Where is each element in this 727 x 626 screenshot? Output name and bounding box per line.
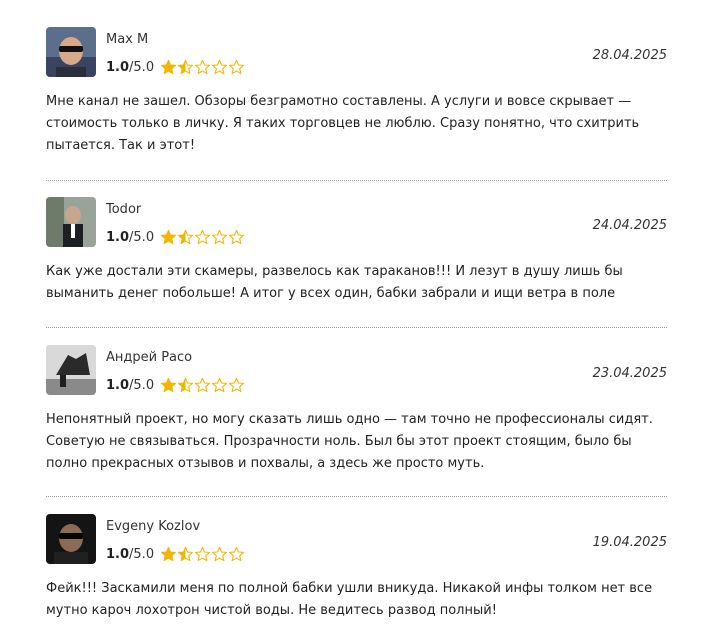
divider (46, 496, 667, 497)
star-icon (212, 377, 228, 393)
rating-score: 1.0 (106, 377, 130, 393)
star-icon (195, 59, 211, 75)
star-icon (195, 229, 211, 245)
star-icon (161, 229, 177, 245)
review-text: Непонятный проект, но могу сказать лишь … (46, 412, 653, 471)
star-icon (229, 59, 245, 75)
rating-max: /5.0 (129, 59, 155, 75)
star-icon (229, 546, 245, 562)
star-rating (160, 229, 245, 245)
avatar (46, 197, 96, 247)
rating-score: 1.0 (106, 546, 130, 562)
review-date: 23.04.2025 (592, 366, 667, 381)
review-date: 28.04.2025 (592, 48, 667, 63)
star-icon (178, 546, 194, 562)
divider (46, 180, 667, 181)
review-text: Мне канал не зашел. Обзоры безграмотно с… (46, 94, 640, 153)
review-text: Фейк!!! Засками​ли меня по полной бабки … (46, 581, 653, 618)
rating-score: 1.0 (106, 229, 130, 245)
avatar (46, 345, 96, 395)
star-icon (161, 546, 177, 562)
star-icon (212, 546, 228, 562)
review-text: Как уже достали эти скамеры, развелось к… (46, 264, 623, 301)
review-author: Todor (106, 202, 142, 217)
star-icon (161, 59, 177, 75)
star-icon (178, 377, 194, 393)
review-date: 24.04.2025 (592, 218, 667, 233)
star-rating (160, 59, 245, 75)
star-rating (160, 377, 245, 393)
rating-max: /5.0 (129, 377, 155, 393)
star-icon (212, 229, 228, 245)
rating-max: /5.0 (129, 546, 155, 562)
star-icon (229, 377, 245, 393)
rating-max: /5.0 (129, 229, 155, 245)
review-author: Evgeny Kozlov (106, 519, 201, 534)
review-author: Max M (106, 32, 149, 47)
review-rating: 1.0/5.0 (106, 377, 245, 393)
star-icon (161, 377, 177, 393)
review-rating: 1.0/5.0 (106, 229, 245, 245)
star-icon (178, 229, 194, 245)
review-rating: 1.0/5.0 (106, 546, 245, 562)
review-author: Андрей Расо (106, 350, 193, 365)
rating-score: 1.0 (106, 59, 130, 75)
star-icon (195, 377, 211, 393)
avatar (46, 27, 96, 77)
star-icon (212, 59, 228, 75)
star-icon (178, 59, 194, 75)
star-icon (195, 546, 211, 562)
avatar (46, 514, 96, 564)
star-icon (229, 229, 245, 245)
divider (46, 327, 667, 328)
review-date: 19.04.2025 (592, 535, 667, 550)
review-rating: 1.0/5.0 (106, 59, 245, 75)
star-rating (160, 546, 245, 562)
